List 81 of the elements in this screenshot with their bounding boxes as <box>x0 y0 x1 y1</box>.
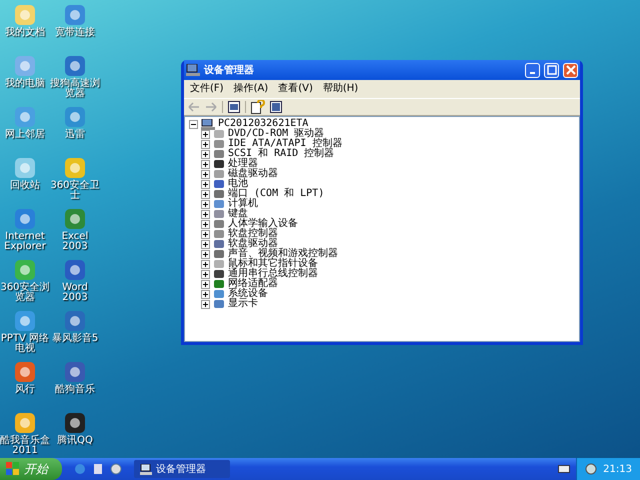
tree-item[interactable]: 键盘 <box>228 209 248 219</box>
device-icon <box>213 149 225 159</box>
tree-item[interactable]: 声音、视频和游戏控制器 <box>228 249 338 259</box>
expand-icon[interactable] <box>201 180 210 188</box>
tree-item[interactable]: 系统设备 <box>228 289 268 299</box>
close-button[interactable] <box>563 62 578 78</box>
expand-icon[interactable] <box>201 160 210 168</box>
clock: 21:13 <box>603 464 632 474</box>
menu-item[interactable]: 操作(A) <box>234 83 268 95</box>
expand-icon[interactable] <box>201 220 210 228</box>
icon-label[interactable]: 腾讯QQ <box>50 436 100 446</box>
expand-icon[interactable] <box>201 170 210 178</box>
tree-item[interactable]: SCSI 和 RAID 控制器 <box>228 149 334 159</box>
tree-item[interactable]: 鼠标和其它指针设备 <box>228 259 318 269</box>
icon-label[interactable]: 酷狗音乐 <box>50 385 100 395</box>
expand-icon[interactable] <box>201 210 210 218</box>
minimize-button[interactable] <box>525 62 540 78</box>
icon-label[interactable]: Word 2003 <box>50 283 100 303</box>
device-icon <box>213 229 225 239</box>
device-icon <box>213 159 225 169</box>
device-icon <box>213 219 225 229</box>
help-icon[interactable] <box>251 100 265 114</box>
menu-item[interactable]: 查看(V) <box>278 83 313 95</box>
window-title: 设备管理器 <box>204 64 254 77</box>
tree-item[interactable]: DVD/CD-ROM 驱动器 <box>228 129 324 139</box>
tree-item[interactable]: 电池 <box>228 179 248 189</box>
device-icon <box>213 179 225 189</box>
device-icon <box>213 209 225 219</box>
expand-icon[interactable] <box>201 130 210 138</box>
expand-icon[interactable] <box>201 270 210 278</box>
icon-label[interactable]: 暴风影音5 <box>50 334 100 344</box>
tree-item[interactable]: 处理器 <box>228 159 258 169</box>
tree-item[interactable]: PC2012032621ETA <box>218 119 308 129</box>
tree-item[interactable]: 计算机 <box>228 199 258 209</box>
device-icon <box>213 279 225 289</box>
device-icon <box>213 139 225 149</box>
tree-item[interactable]: 人体学输入设备 <box>228 219 298 229</box>
tree-item[interactable]: 显示卡 <box>228 299 258 309</box>
taskbar-button[interactable]: 设备管理器 <box>134 460 230 478</box>
tree-item[interactable]: IDE ATA/ATAPI 控制器 <box>228 139 342 149</box>
expand-icon[interactable] <box>201 200 210 208</box>
expand-icon[interactable] <box>201 140 210 148</box>
device-icon <box>213 249 225 259</box>
menu-item[interactable]: 帮助(H) <box>322 83 358 95</box>
tree-item[interactable]: 磁盘驱动器 <box>228 169 278 179</box>
tree-item[interactable]: 软盘驱动器 <box>228 239 278 249</box>
expand-icon[interactable] <box>201 150 210 158</box>
expand-icon[interactable] <box>201 240 210 248</box>
device-icon <box>213 289 225 299</box>
window-icon[interactable] <box>270 101 282 113</box>
icon-label[interactable]: 360安全浏览器 <box>0 283 50 303</box>
icon-label[interactable]: 风行 <box>0 385 50 395</box>
expand-icon[interactable] <box>201 250 210 258</box>
device-icon <box>213 169 225 179</box>
device-icon <box>213 199 225 209</box>
expand-icon[interactable] <box>201 260 210 268</box>
icon-label[interactable]: PPTV 网络电视 <box>0 334 50 354</box>
close-icon <box>566 65 576 75</box>
expand-icon[interactable] <box>201 280 210 288</box>
maximize-button[interactable] <box>544 62 559 78</box>
properties-icon[interactable] <box>228 101 240 113</box>
device-icon <box>213 299 225 309</box>
tree-item[interactable]: 通用串行总线控制器 <box>228 269 318 279</box>
tree-item[interactable]: 网络适配器 <box>228 279 278 289</box>
device-icon <box>213 259 225 269</box>
device-icon <box>213 189 225 199</box>
expand-icon[interactable] <box>201 190 210 198</box>
collapse-icon[interactable] <box>189 120 198 128</box>
keyboard-icon[interactable] <box>558 464 570 474</box>
icon-label[interactable]: 酷我音乐盒 2011 <box>0 436 50 456</box>
tree-item[interactable]: 端口 (COM 和 LPT) <box>228 189 324 199</box>
expand-icon[interactable] <box>201 290 210 298</box>
device-icon <box>213 269 225 279</box>
expand-icon[interactable] <box>201 230 210 238</box>
expand-icon[interactable] <box>201 300 210 308</box>
windows-logo-icon <box>6 462 20 476</box>
menu-item[interactable]: 文件(F) <box>190 83 224 95</box>
device-icon <box>213 239 225 249</box>
tree-item[interactable]: 软盘控制器 <box>228 229 278 239</box>
device-icon <box>213 129 225 139</box>
maximize-icon <box>546 65 556 75</box>
